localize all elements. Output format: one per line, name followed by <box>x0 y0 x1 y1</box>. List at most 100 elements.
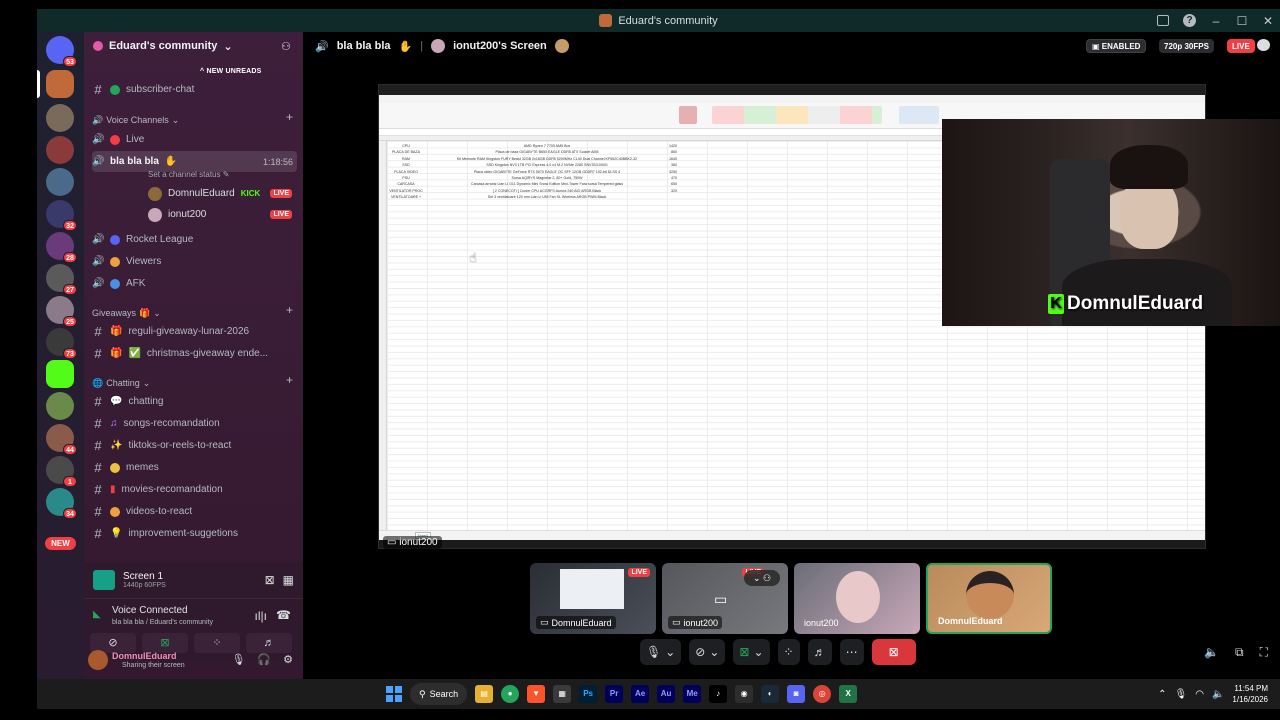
taskbar-search[interactable]: ⚲ Search <box>410 683 468 705</box>
media-encoder-icon[interactable]: Me <box>683 685 702 703</box>
disconnect-button[interactable]: ⊠ <box>871 639 916 665</box>
headphones-icon[interactable]: 🎧 <box>257 653 271 666</box>
chevron-up-icon[interactable]: ⌃ <box>1158 689 1166 700</box>
server-icon[interactable]: 27 <box>46 264 77 295</box>
audition-icon[interactable]: Au <box>657 685 676 703</box>
fullscreen-icon[interactable]: ⛶ <box>1260 645 1268 660</box>
set-channel-status[interactable]: Set a channel status ✎ <box>148 170 229 179</box>
category-chatting[interactable]: 🌐 Chatting ⌄ <box>92 376 150 390</box>
microphone-icon[interactable]: 🎙 <box>231 653 245 666</box>
signal-icon[interactable]: ◣ <box>93 609 101 620</box>
inbox-icon[interactable] <box>1157 15 1169 26</box>
voice-user[interactable]: DomnulEduard KICK LIVE <box>148 184 296 203</box>
add-channel-icon[interactable]: + <box>286 110 293 124</box>
text-channel-videos[interactable]: # videos-to-react <box>92 502 297 521</box>
excel-icon[interactable]: X <box>839 685 858 703</box>
server-icon[interactable]: 34 <box>46 488 77 519</box>
tiktok-icon[interactable]: ♪ <box>709 685 728 703</box>
voice-channel-afk[interactable]: 🔊 AFK <box>92 274 297 293</box>
obs-icon[interactable]: ◉ <box>735 685 754 703</box>
server-icon[interactable]: 73 <box>46 328 77 359</box>
participant-tile[interactable]: ionut200 <box>794 563 920 634</box>
screen-share-button[interactable]: ⊠ <box>142 633 188 653</box>
enabled-badge[interactable]: ▣ ENABLED <box>1086 39 1147 53</box>
new-unreads-banner[interactable]: ^ NEW UNREADS <box>200 68 262 75</box>
text-channel-movies[interactable]: # ▮ movies-recomandation <box>92 480 297 499</box>
category-voice-channels[interactable]: 🔊 Voice Channels ⌄ <box>92 113 179 127</box>
soundboard-button[interactable]: ♬ <box>807 639 832 665</box>
screen-share-button[interactable]: ⊠ ⌄ <box>733 639 770 665</box>
server-icon[interactable] <box>46 168 74 196</box>
add-user-icon[interactable]: ⚇ <box>281 40 293 53</box>
chat-icon[interactable] <box>1257 39 1270 51</box>
voice-channel-bla-bla-bla[interactable]: 🔊 bla bla bla ✋ 1:18:56 <box>92 151 297 172</box>
server-icon[interactable]: 28 <box>46 232 77 263</box>
kick-server-icon[interactable] <box>46 360 74 388</box>
discord-icon[interactable]: ◙ <box>787 685 806 703</box>
camera-button[interactable]: ⊘ ⌄ <box>689 639 726 665</box>
screen-thumbnail[interactable] <box>93 570 115 590</box>
voice-location[interactable]: bla bla bla / Eduard's community <box>112 619 213 626</box>
more-button[interactable]: ⋯ <box>839 639 864 665</box>
voice-channel-viewers[interactable]: 🔊 Viewers <box>92 252 297 271</box>
close-icon[interactable]: ✕ <box>1262 15 1274 27</box>
noise-suppression-icon[interactable]: ıl|ı <box>255 609 267 623</box>
server-icon[interactable]: 44 <box>46 424 77 455</box>
app-icon[interactable]: ● <box>501 685 520 703</box>
new-badge[interactable]: NEW <box>45 537 76 550</box>
text-channel-chatting[interactable]: # 💬 chatting <box>92 392 297 411</box>
add-channel-icon[interactable]: + <box>286 373 293 387</box>
add-channel-icon[interactable]: + <box>286 303 293 317</box>
help-icon[interactable]: ? <box>1183 14 1196 27</box>
gear-icon[interactable]: ⚙ <box>283 653 293 666</box>
volume-icon[interactable]: 🔈 <box>1204 645 1219 660</box>
server-icon[interactable]: 1 <box>46 456 77 487</box>
participant-tile[interactable]: LIVE ⌄ ⚇ ▭ ▭ ionut200 <box>662 563 788 634</box>
popout-icon[interactable]: ⧉ <box>1235 645 1244 660</box>
calculator-icon[interactable]: ▦ <box>553 685 572 703</box>
server-icon[interactable]: 32 <box>46 200 77 231</box>
disconnect-icon[interactable]: ☎ <box>276 608 291 622</box>
participant-tile[interactable]: DomnulEduard <box>926 563 1052 634</box>
soundboard-button[interactable]: ♬ <box>246 633 292 653</box>
photoshop-icon[interactable]: Ps <box>579 685 598 703</box>
minimize-icon[interactable]: – <box>1210 15 1222 27</box>
channel-partial[interactable]: # subscriber-chat <box>92 80 297 99</box>
text-channel-giveaway-rules[interactable]: # 🎁 reguli-giveaway-lunar-2026 <box>92 322 297 341</box>
tile-options-button[interactable]: ⌄ ⚇ <box>744 570 780 586</box>
brave-icon[interactable]: ▼ <box>527 685 546 703</box>
clock[interactable]: 11:54 PM 1/16/2026 <box>1232 683 1268 705</box>
server-icon[interactable] <box>46 136 74 164</box>
wifi-icon[interactable]: ◠ <box>1195 689 1204 700</box>
volume-icon[interactable]: 🔈 <box>1212 689 1224 700</box>
home-button[interactable]: 53 <box>46 36 77 67</box>
text-channel-songs[interactable]: # ♫ songs-recomandation <box>92 414 297 433</box>
voice-user[interactable]: ionut200 LIVE <box>148 205 296 224</box>
server-icon[interactable] <box>46 392 74 420</box>
stop-stream-icon[interactable]: ⊠ <box>265 573 275 587</box>
text-channel-memes[interactable]: # memes <box>92 458 297 477</box>
server-icon[interactable]: 25 <box>46 296 77 327</box>
text-channel-tiktoks[interactable]: # ✨ tiktoks-or-reels-to-react <box>92 436 297 455</box>
chrome-icon[interactable]: ◎ <box>813 685 832 703</box>
participant-tile[interactable]: LIVE ▭ DomnulEduard <box>530 563 656 634</box>
activities-button[interactable]: ⁘ <box>194 633 240 653</box>
maximize-icon[interactable]: ☐ <box>1236 15 1248 27</box>
microphone-icon[interactable]: 🎙 <box>1175 689 1188 700</box>
server-icon[interactable] <box>46 70 74 98</box>
premiere-icon[interactable]: Pr <box>605 685 624 703</box>
server-icon[interactable] <box>46 104 74 132</box>
voice-channel-live[interactable]: 🔊 Live <box>92 130 297 149</box>
text-channel-christmas-giveaway[interactable]: # 🎁 ✅ christmas-giveaway ende... <box>92 344 297 363</box>
microphone-button[interactable]: 🎙 ⌄ <box>640 639 682 665</box>
steam-icon[interactable]: ◐ <box>761 685 780 703</box>
activities-button[interactable]: ⁘ <box>777 639 800 665</box>
text-channel-improvement[interactable]: # 💡 improvement-suggetions <box>92 524 297 543</box>
category-giveaways[interactable]: Giveaways 🎁 ⌄ <box>92 306 161 320</box>
avatar[interactable] <box>88 650 108 670</box>
after-effects-icon[interactable]: Ae <box>631 685 650 703</box>
stream-settings-icon[interactable]: ▦ <box>283 573 294 587</box>
file-explorer-icon[interactable]: ▤ <box>475 685 494 703</box>
voice-channel-rocket-league[interactable]: 🔊 Rocket League <box>92 230 297 249</box>
guild-header[interactable]: Eduard's community ⌄ ⚇ <box>84 32 303 60</box>
